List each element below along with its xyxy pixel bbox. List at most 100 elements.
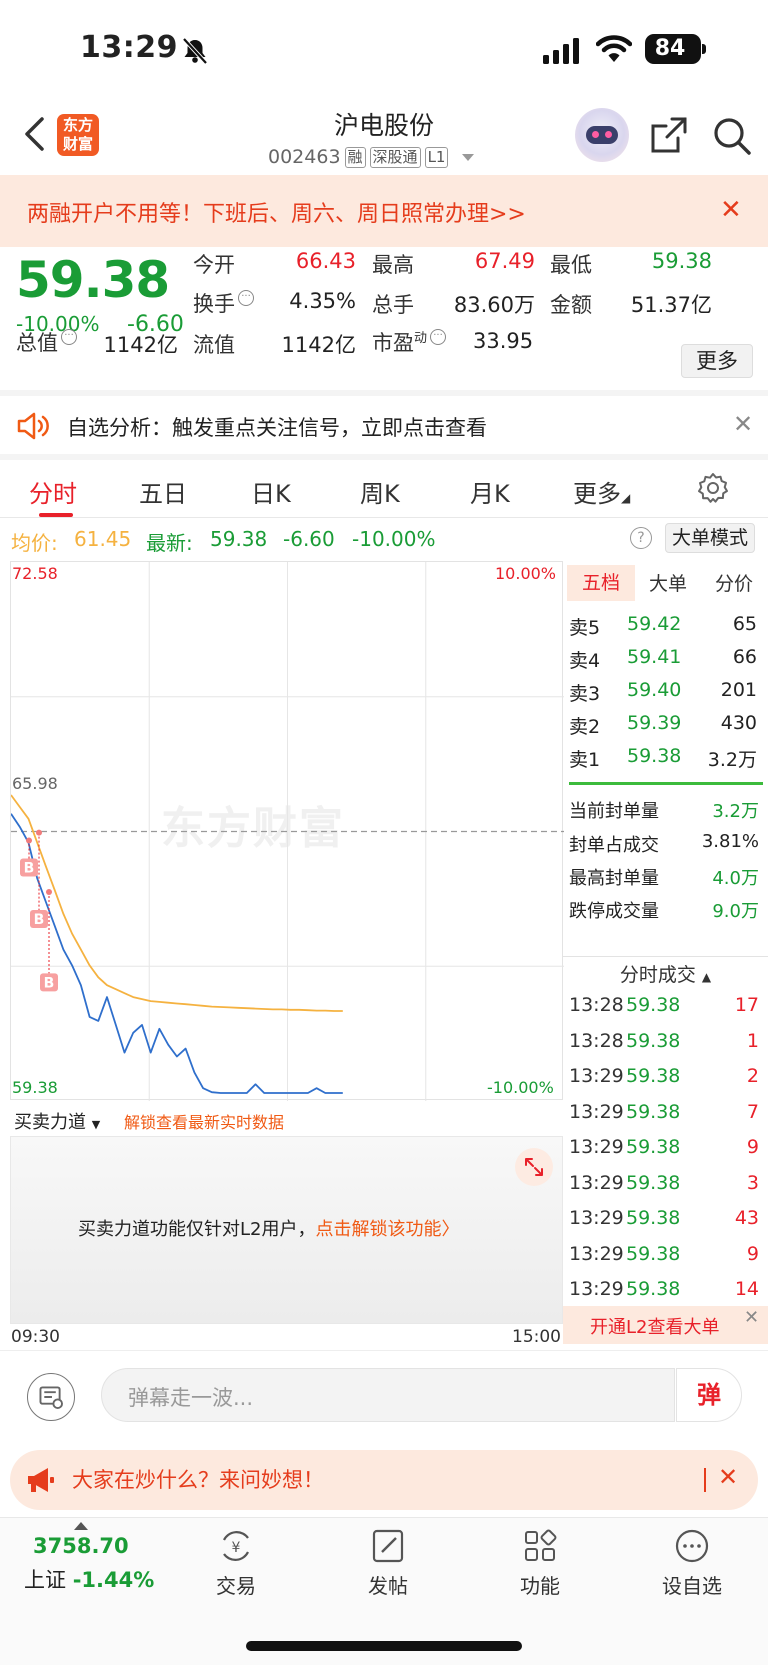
last-price: 59.38 [16,251,170,309]
l2-upgrade-text[interactable]: 开通L2查看大单 [590,1313,719,1339]
force-title-dropdown[interactable]: 买卖力道 ▼ [14,1108,100,1134]
price-line [11,813,343,1094]
nav-post[interactable]: 发帖 [348,1528,428,1599]
speaker-icon [17,412,49,440]
axis-bottom-price: 59.38 [12,1078,58,1097]
close-icon[interactable]: ✕ [718,1463,738,1491]
unlock-realtime-link[interactable]: 解锁查看最新实时数据 [124,1109,284,1133]
volume-value: 83.60万 [453,293,535,317]
tab-five-day[interactable]: 五日 [139,474,187,509]
grid-icon [525,1529,557,1561]
open-value: 66.43 [295,249,356,273]
share-icon[interactable] [650,116,688,154]
tab-five-levels[interactable]: 五档 [567,565,635,601]
yuan-exchange-icon: ¥ [223,1531,249,1561]
low-value: 59.38 [651,249,712,273]
promo-text[interactable]: 两融开户不用等！下班后、周六、周日照常办理>> [27,196,526,228]
gear-icon[interactable] [697,472,729,504]
axis-top-percent: 10.00% [495,564,557,583]
analysis-notice[interactable]: 自选分析：触发重点关注信号，立即点击查看 ✕ [0,390,768,454]
danmu-input[interactable]: 弹幕走一波... [101,1368,675,1422]
notice-text[interactable]: 自选分析：触发重点关注信号，立即点击查看 [67,412,487,442]
turnover-value: 4.35% [289,289,356,313]
trades-header[interactable]: 分时成交 ▲ [563,956,768,986]
index-percent: -1.44% [72,1568,155,1592]
tab-big-orders[interactable]: 大单 [649,569,687,596]
float-value: 1142亿 [281,333,356,357]
search-icon[interactable] [712,116,752,156]
axis-prev-close: 65.98 [12,774,58,793]
mute-bell-icon [182,37,208,65]
orderbook-row: 卖5 59.42 65 [569,613,757,639]
status-time: 13:29 [80,30,178,65]
tab-weekly-k[interactable]: 周K [360,474,400,509]
margin-tag: 融 [344,146,366,168]
intraday-chart[interactable]: 东方财富 BBB 72.58 10.00% 65.98 59.38 -10.00… [10,561,564,1101]
buy-marker-dot [26,837,32,844]
app-logo[interactable]: 东方 财富 [57,114,99,156]
orderbook-row: 卖2 59.39 430 [569,712,757,738]
hot-topic-bar[interactable]: 大家在炒什么？来问妙想！ ✕ [10,1450,758,1510]
turnover-label[interactable]: 换手 ··· [193,288,254,318]
tab-daily-k[interactable]: 日K [251,474,291,509]
unlock-feature-link[interactable]: 点击解锁该功能 [315,1219,441,1240]
assistant-robot-icon[interactable] [575,108,629,162]
hot-divider [704,1468,706,1492]
buy-marker-label: B [44,975,55,991]
mktcap-value: 1142亿 [103,333,178,357]
chart-plot: B B B [11,562,564,1101]
logo-line-1: 东方 [62,116,93,134]
tab-price-dist[interactable]: 分价 [715,569,753,596]
buy-sell-force-panel: 买卖力道 ▼ 解锁查看最新实时数据 买卖力道功能仅针对L2用户，点击解锁该功能〉 [10,1100,563,1325]
index-name[interactable]: 上证 -1.44% [24,1564,154,1594]
intraday-summary: 均价: 61.45 最新: 59.38 -6.60 -10.00% ? 大单模式 [0,518,768,560]
orderbook-row: 卖1 59.38 3.2万 [569,745,757,771]
stock-code: 002463 [268,146,341,168]
pe-label[interactable]: 市盈动 ··· [372,327,447,357]
tab-intraday[interactable]: 分时 [29,474,77,509]
expand-icon[interactable] [515,1148,553,1186]
close-icon[interactable]: ✕ [733,410,753,438]
promo-banner[interactable]: 两融开户不用等！下班后、周六、周日照常办理>> ✕ [0,175,768,247]
battery-indicator: 84 [645,34,706,64]
pe-sup: 动 [414,331,428,346]
nav-functions[interactable]: 功能 [500,1528,580,1599]
buy-marker-dot [46,889,52,896]
index-value[interactable]: 3758.70 [33,1534,129,1558]
order-panel: 五档 大单 分价 卖5 59.42 65 卖4 59.41 66 卖3 59.4… [563,561,768,1344]
time-axis-end: 15:00 [512,1327,561,1347]
l2-upgrade-bar[interactable]: 开通L2查看大单 ✕ [563,1306,768,1344]
stock-name: 沪电股份 [333,111,434,140]
danmu-send-button[interactable]: 弹 [676,1368,742,1422]
danmu-settings-icon[interactable] [27,1373,75,1421]
danmu-bar: 弹幕走一波... 弹 [0,1350,768,1434]
latest-value: 59.38 [210,527,268,551]
back-arrow-icon[interactable] [22,116,46,152]
tab-more[interactable]: 更多◢ [573,474,630,509]
avg-value: 61.45 [74,527,132,551]
hot-topic-text[interactable]: 大家在炒什么？来问妙想！ [72,1464,324,1494]
avg-price-line [11,794,343,1012]
stock-code-row[interactable]: 002463 融 深股通 L1 [268,144,475,170]
high-label: 最高 [372,253,414,277]
wifi-icon [596,35,632,62]
megaphone-icon [28,1468,54,1492]
svg-text:¥: ¥ [232,1540,241,1556]
big-order-mode-button[interactable]: 大单模式 [665,523,755,553]
close-icon[interactable]: ✕ [720,197,742,223]
high-value: 67.49 [474,249,535,273]
amount-value: 51.37亿 [630,293,712,317]
help-icon[interactable]: ? [630,527,652,549]
buy-marker-label: B [24,861,35,877]
orderbook-row: 卖3 59.40 201 [569,679,757,705]
nav-watchlist[interactable]: 设自选 [652,1528,732,1599]
orderbook-divider [569,782,763,785]
more-button[interactable]: 更多 [681,344,753,378]
tab-monthly-k[interactable]: 月K [470,474,510,509]
mktcap-label: 总值 ··· [16,327,77,357]
latest-percent: -10.00% [352,527,436,551]
close-icon[interactable]: ✕ [744,1307,759,1328]
caret-up-icon [74,1522,88,1530]
home-indicator [246,1641,522,1651]
nav-trade[interactable]: ¥ 交易 [196,1528,276,1599]
